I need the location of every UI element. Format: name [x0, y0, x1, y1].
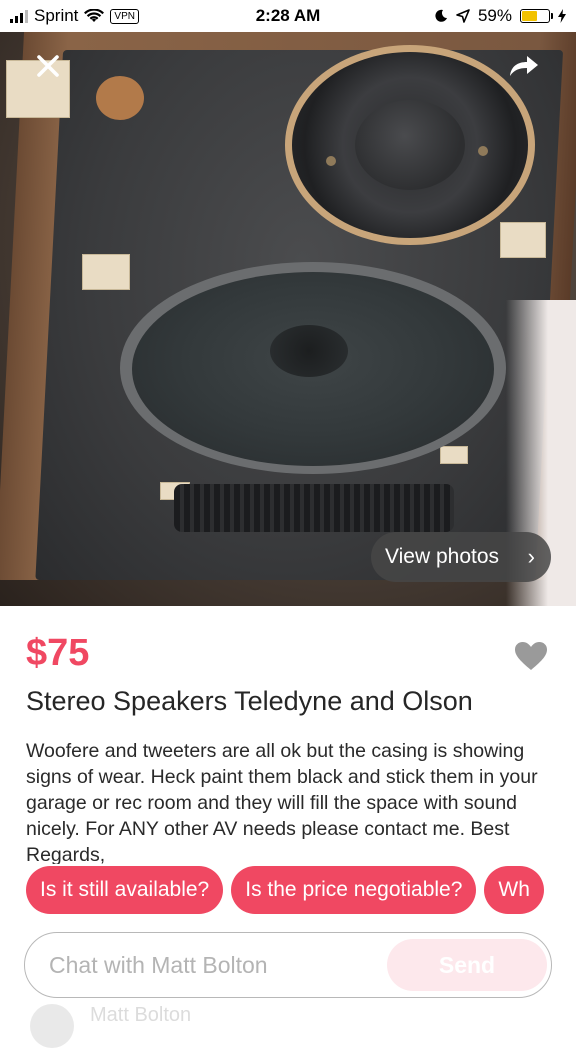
listing-title: Stereo Speakers Teledyne and Olson	[26, 686, 473, 716]
bolt	[478, 146, 488, 156]
tweeter-dome	[355, 100, 465, 190]
send-button[interactable]: Send	[387, 939, 547, 991]
sticker	[96, 76, 144, 120]
favorite-button[interactable]	[514, 641, 548, 671]
charging-bolt-icon	[558, 9, 566, 23]
listing-photo[interactable]	[0, 0, 576, 606]
quick-reply-negotiable[interactable]: Is the price negotiable?	[231, 866, 477, 914]
close-icon	[37, 55, 59, 77]
corner-tab	[500, 222, 546, 258]
status-right: 59%	[434, 6, 566, 26]
corner-tab	[440, 446, 468, 464]
status-bar: Sprint VPN 2:28 AM 59%	[0, 0, 576, 32]
listing-description: Woofere and tweeters are all ok but the …	[26, 740, 538, 864]
quick-reply-more[interactable]: Wh	[484, 866, 544, 914]
share-button[interactable]	[506, 48, 542, 84]
share-arrow-icon	[510, 56, 538, 76]
chat-input[interactable]	[47, 933, 391, 998]
chat-bar: Send	[24, 932, 552, 998]
woofer-dust-cap	[270, 325, 348, 377]
quick-reply-available[interactable]: Is it still available?	[26, 866, 224, 914]
seller-avatar	[30, 1004, 74, 1048]
heart-icon	[515, 642, 547, 670]
battery-fill	[522, 11, 537, 21]
battery-icon	[520, 9, 553, 23]
listing-price: $75	[26, 632, 90, 674]
bass-port	[174, 484, 454, 532]
view-photos-label: View photos	[385, 545, 500, 568]
corner-tab	[82, 254, 130, 290]
view-photos-button[interactable]: View photos ›	[371, 532, 551, 582]
battery-percent: 59%	[477, 6, 512, 25]
quick-reply-row: Is it still available? Is the price nego…	[26, 866, 544, 914]
location-arrow-icon	[456, 9, 470, 23]
chevron-right-icon: ›	[527, 544, 535, 569]
bolt	[326, 156, 336, 166]
battery-tip	[551, 13, 553, 19]
close-button[interactable]	[30, 48, 66, 84]
moon-icon	[435, 9, 447, 22]
